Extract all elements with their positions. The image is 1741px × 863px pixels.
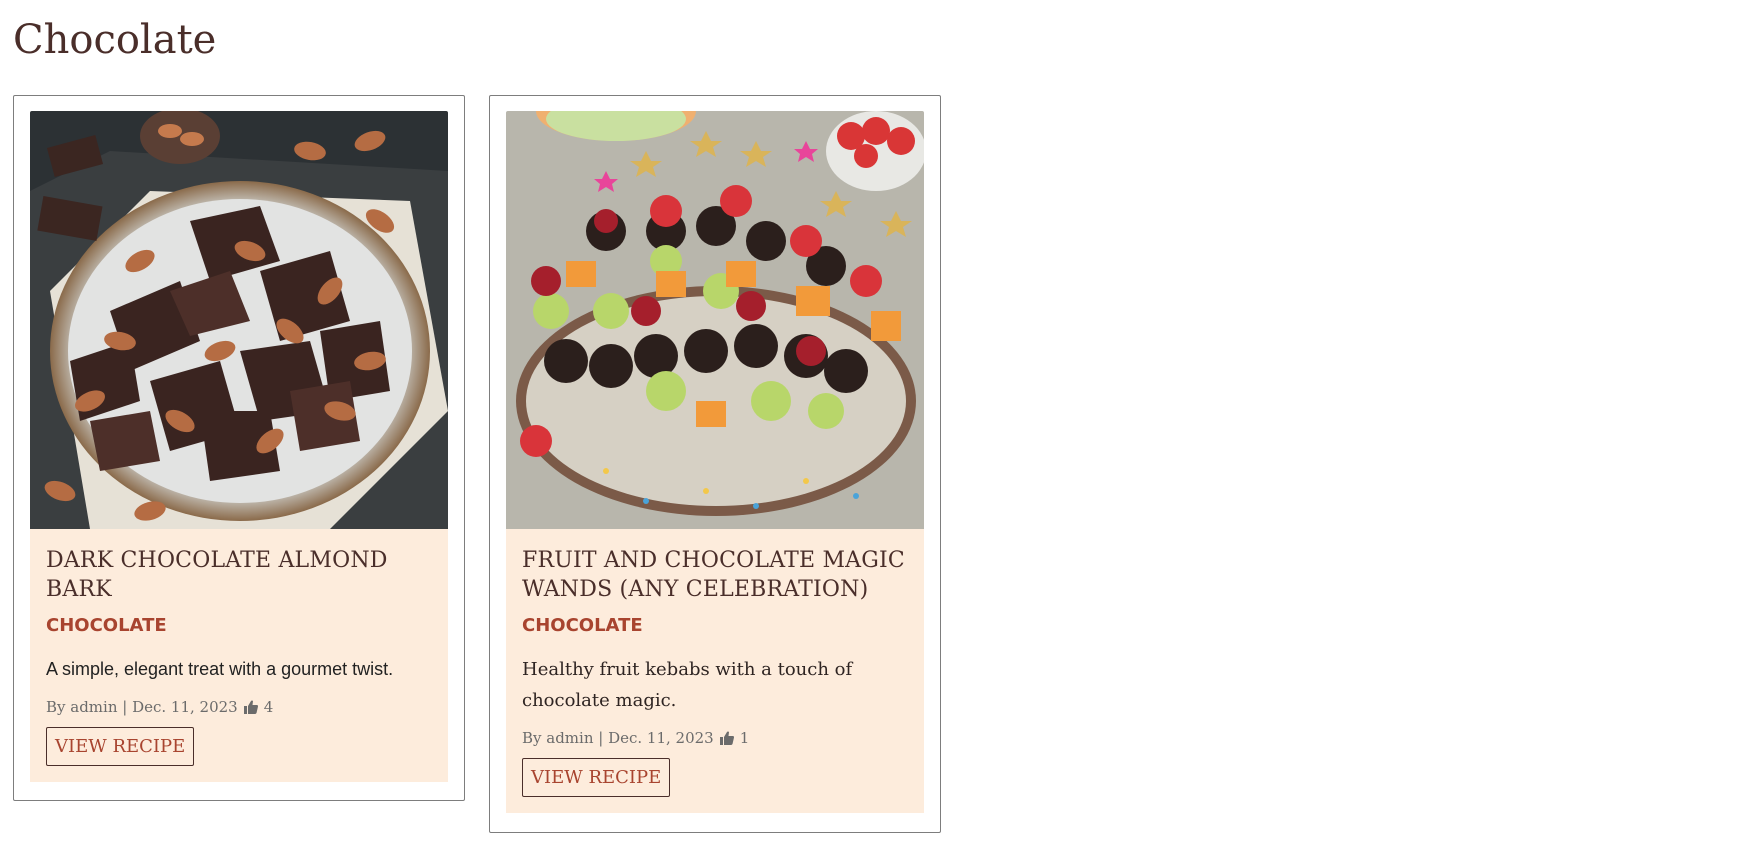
- recipe-category: CHOCOLATE: [522, 615, 643, 636]
- recipe-image[interactable]: [30, 111, 448, 529]
- card-body: FRUIT AND CHOCOLATE MAGIC WANDS (ANY CEL…: [506, 529, 924, 813]
- recipe-description: Healthy fruit kebabs with a touch of cho…: [522, 659, 853, 711]
- recipe-title[interactable]: DARK CHOCOLATE ALMOND BARK: [46, 546, 432, 604]
- recipe-card: DARK CHOCOLATE ALMOND BARK CHOCOLATE A s…: [13, 95, 465, 801]
- like-count: 4: [263, 698, 274, 716]
- fruit-kebab-photo-icon: [506, 111, 924, 529]
- recipe-title[interactable]: FRUIT AND CHOCOLATE MAGIC WANDS (ANY CEL…: [522, 546, 908, 604]
- page-title: Chocolate: [13, 17, 217, 63]
- recipe-image[interactable]: [506, 111, 924, 529]
- view-recipe-button[interactable]: VIEW RECIPE: [522, 758, 671, 797]
- card-body: DARK CHOCOLATE ALMOND BARK CHOCOLATE A s…: [30, 529, 448, 782]
- recipe-card: FRUIT AND CHOCOLATE MAGIC WANDS (ANY CEL…: [489, 95, 941, 833]
- author-date: By admin | Dec. 11, 2023: [522, 729, 714, 747]
- author-date: By admin | Dec. 11, 2023: [46, 698, 238, 716]
- view-recipe-button[interactable]: VIEW RECIPE: [46, 727, 195, 766]
- thumbs-up-icon: [719, 730, 735, 746]
- recipe-category: CHOCOLATE: [46, 615, 167, 636]
- thumbs-up-icon: [243, 699, 259, 715]
- chocolate-almond-photo-icon: [30, 111, 448, 529]
- recipe-meta: By admin | Dec. 11, 2023 4: [46, 697, 432, 717]
- like-count: 1: [739, 729, 750, 747]
- recipe-description: A simple, elegant treat with a gourmet t…: [46, 659, 394, 679]
- recipe-meta: By admin | Dec. 11, 2023 1: [522, 728, 908, 748]
